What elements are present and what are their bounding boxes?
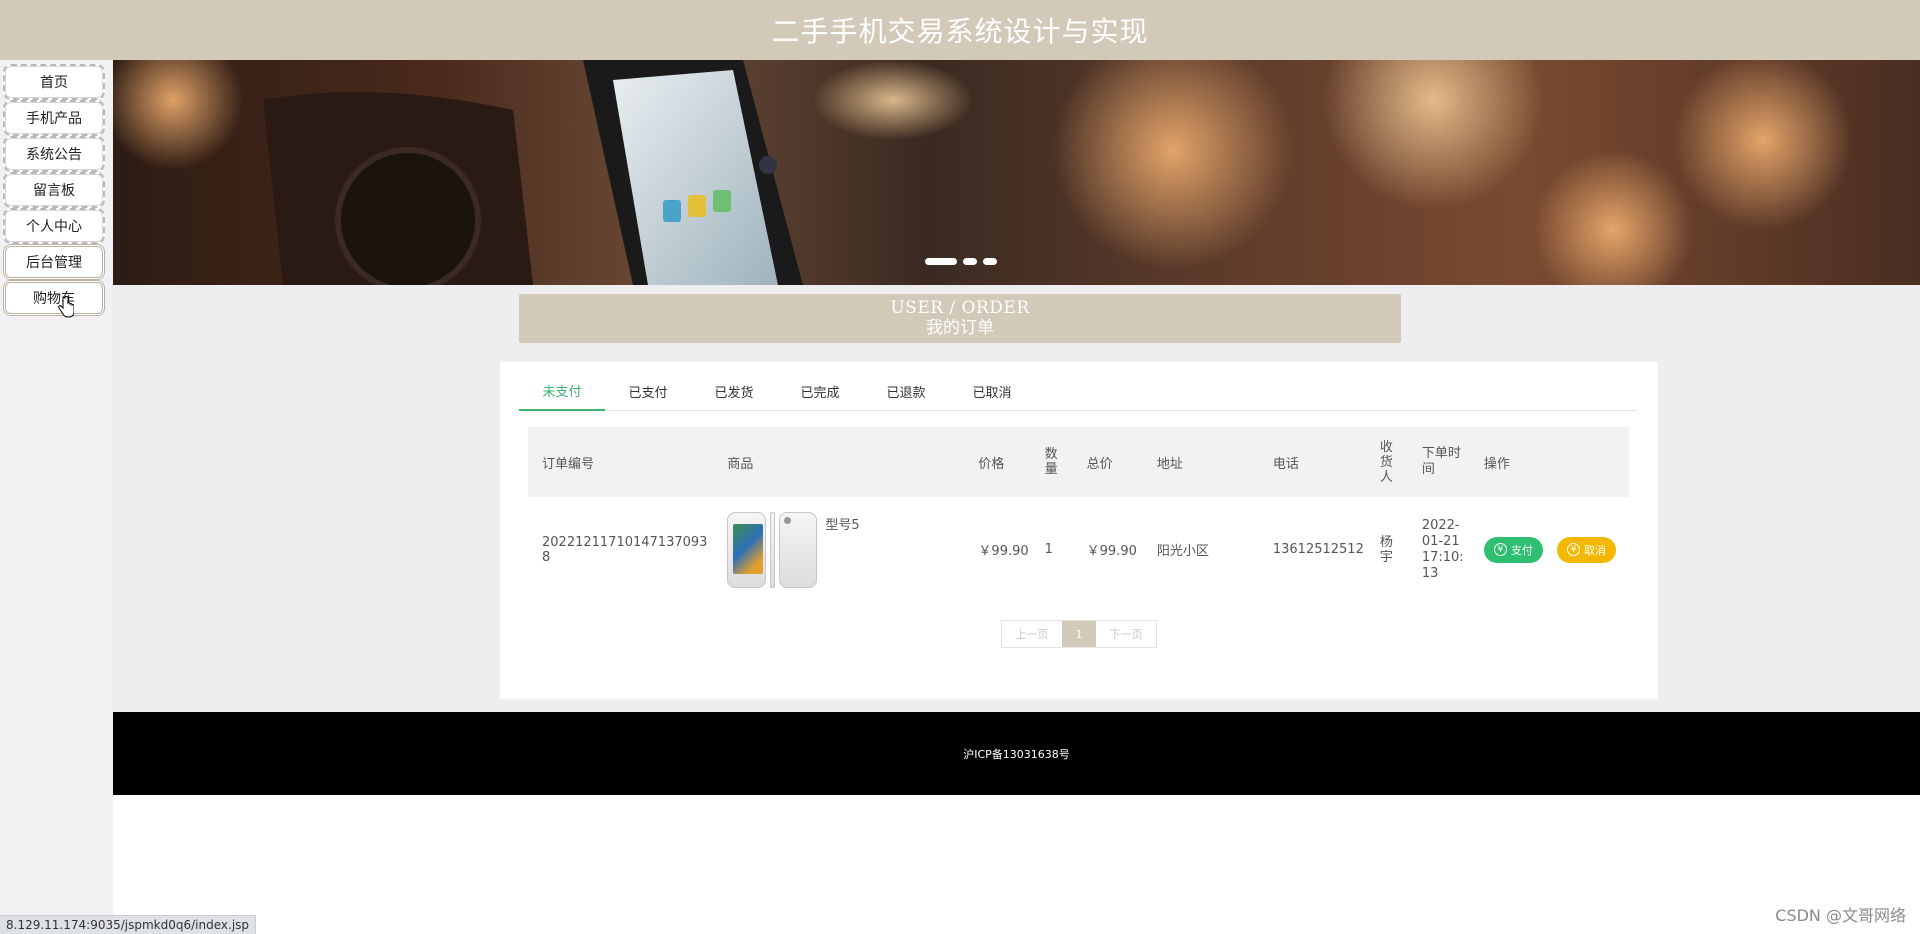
order-status-tabs: 未支付 已支付 已发货 已完成 已退款 已取消 <box>519 372 1637 411</box>
product-cell: 型号5 <box>713 497 964 602</box>
col-address: 地址 <box>1142 427 1259 497</box>
order-time: 2022-01-21 17:10:13 <box>1421 517 1464 581</box>
product-image[interactable] <box>727 511 818 588</box>
tab-cancelled[interactable]: 已取消 <box>949 372 1035 410</box>
watermark: CSDN @文哥网络 <box>1775 906 1906 925</box>
sidebar-item-phones[interactable]: 手机产品 <box>3 100 105 136</box>
table-row: 20221211710147137093​8 型号5 ￥99.90 1 ￥99.… <box>528 497 1629 602</box>
col-actions: 操作 <box>1469 427 1629 497</box>
browser-status-url: 8.129.11.174:9035/jspmkd0q6/index.jsp <box>0 915 257 934</box>
icp-text: 沪ICP备13031638号 <box>963 747 1070 761</box>
sidebar-item-announcements[interactable]: 系统公告 <box>3 136 105 172</box>
cancel-label: 取消 <box>1583 543 1606 557</box>
receiver: 杨宇 <box>1379 534 1393 565</box>
section-title: USER / ORDER 我的订单 <box>519 294 1401 343</box>
col-receiver: 收货人 <box>1369 427 1408 497</box>
site-header: 二手手机交易系统设计与实现 <box>0 0 1920 60</box>
tab-refunded[interactable]: 已退款 <box>863 372 949 410</box>
col-product: 商品 <box>713 427 965 497</box>
product-name[interactable]: 型号5 <box>825 514 859 533</box>
orders-panel: 未支付 已支付 已发货 已完成 已退款 已取消 订单编号 商品 价格 数量 总价… <box>500 362 1658 699</box>
carousel-dot[interactable] <box>983 258 997 265</box>
address: 阳光小区 <box>1156 544 1209 559</box>
section-title-en: USER / ORDER <box>890 298 1030 318</box>
col-time: 下单时间 <box>1407 427 1470 497</box>
carousel-dots <box>925 258 997 265</box>
current-page[interactable]: 1 <box>1062 621 1096 647</box>
hand-cursor-icon <box>58 296 74 318</box>
banner-image <box>113 60 1853 285</box>
col-phone: 电话 <box>1258 427 1370 497</box>
actions-cell: ¥ 支付 ¥ 取消 <box>1470 497 1629 602</box>
total-price: ￥99.90 <box>1086 544 1137 559</box>
pay-button[interactable]: ¥ 支付 <box>1483 536 1543 563</box>
tab-completed[interactable]: 已完成 <box>777 372 863 410</box>
col-order-no: 订单编号 <box>528 427 714 497</box>
orders-table: 订单编号 商品 价格 数量 总价 地址 电话 收货人 下单时间 操作 20221… <box>528 427 1629 602</box>
sidebar-item-admin[interactable]: 后台管理 <box>3 244 105 280</box>
col-qty: 数量 <box>1034 427 1073 497</box>
pagination: 上一页 1 下一页 <box>1001 620 1157 648</box>
sidebar-item-messages[interactable]: 留言板 <box>3 172 105 208</box>
site-title: 二手手机交易系统设计与实现 <box>771 15 1149 48</box>
sidebar-item-cart[interactable]: 购物车 <box>3 280 105 316</box>
table-header-row: 订单编号 商品 价格 数量 总价 地址 电话 收货人 下单时间 操作 <box>528 427 1629 497</box>
tab-unpaid[interactable]: 未支付 <box>519 372 605 411</box>
carousel-dot[interactable] <box>963 258 977 265</box>
cancel-button[interactable]: ¥ 取消 <box>1556 536 1616 563</box>
sidebar-item-home[interactable]: 首页 <box>3 64 105 100</box>
next-page-button[interactable]: 下一页 <box>1096 621 1156 647</box>
pay-label: 支付 <box>1510 543 1533 557</box>
banner-carousel <box>113 60 1920 285</box>
phone: 13612512512 <box>1272 542 1364 557</box>
sidebar-item-profile[interactable]: 个人中心 <box>3 208 105 244</box>
tab-paid[interactable]: 已支付 <box>605 372 691 410</box>
section-title-zh: 我的订单 <box>926 318 994 338</box>
carousel-dot-active[interactable] <box>925 258 957 265</box>
tab-shipped[interactable]: 已发货 <box>691 372 777 410</box>
yen-icon: ¥ <box>1566 543 1580 556</box>
prev-page-button[interactable]: 上一页 <box>1002 621 1062 647</box>
sidebar: 首页 手机产品 系统公告 留言板 个人中心 后台管理 购物车 <box>0 60 113 933</box>
col-price: 价格 <box>964 427 1035 497</box>
footer: 沪ICP备13031638号 <box>113 712 1920 795</box>
order-no: 20221211710147137093​8 <box>542 534 708 565</box>
col-total: 总价 <box>1072 427 1143 497</box>
price: ￥99.90 <box>978 544 1029 559</box>
yen-icon: ¥ <box>1493 543 1507 556</box>
quantity: 1 <box>1044 542 1053 557</box>
